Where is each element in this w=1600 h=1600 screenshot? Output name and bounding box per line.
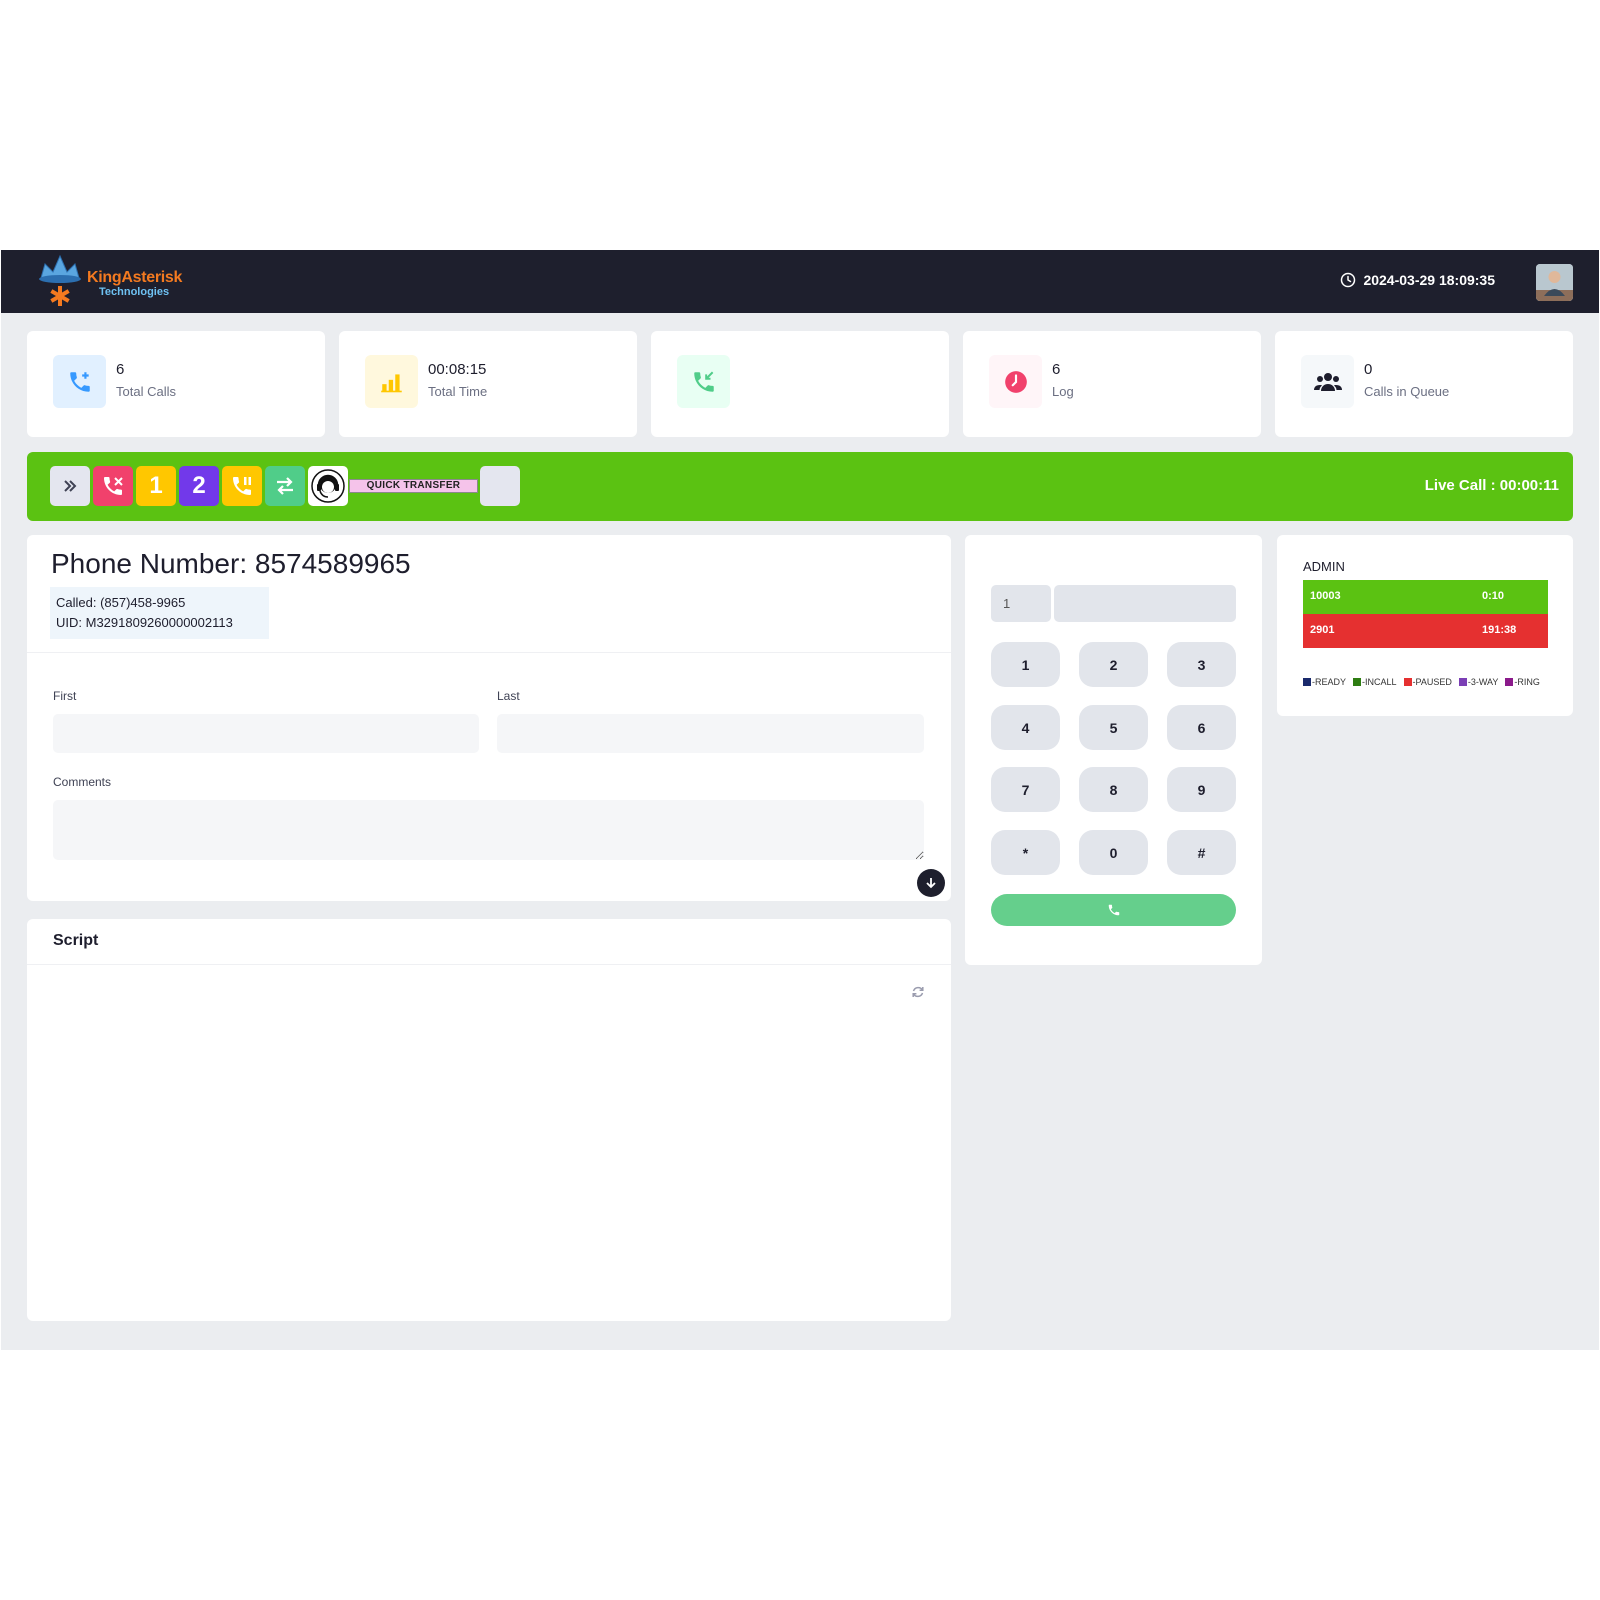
phone-icon	[1108, 904, 1119, 916]
top-navbar: KingAsterisk Technologies 2024-03-29 18:…	[1, 250, 1599, 313]
stat-card-total-time: 00:08:15 Total Time	[339, 331, 637, 437]
stat-card-incoming	[651, 331, 949, 437]
double-chevron-right-icon	[64, 480, 77, 492]
comments-label: Comments	[53, 775, 112, 789]
status-legend: -READY -INCALL -PAUSED -3-WAY -RING	[1303, 677, 1540, 687]
legend-3way: -3-WAY	[1458, 677, 1498, 687]
company-logo[interactable]: KingAsterisk Technologies	[35, 252, 195, 310]
agent-button[interactable]	[308, 466, 348, 506]
transfer-button[interactable]	[265, 466, 305, 506]
admin-title: ADMIN	[1303, 559, 1345, 574]
crown-logo-icon	[39, 254, 81, 306]
stat-label: Log	[1052, 384, 1074, 399]
line-2-label: 2	[192, 472, 206, 499]
dialpad-panel: 1 1 2 3 4 5 6 7 8 9 * 0 #	[965, 535, 1262, 965]
datetime-text: 2024-03-29 18:09:35	[1363, 272, 1495, 288]
dial-key-star[interactable]: *	[991, 830, 1060, 875]
agent-row[interactable]: 2901 191:38	[1303, 614, 1548, 648]
stat-value: 00:08:15	[428, 361, 487, 378]
expand-button[interactable]	[50, 466, 90, 506]
incoming-call-icon	[677, 355, 730, 408]
dial-key-3[interactable]: 3	[1167, 642, 1236, 687]
quick-transfer-select[interactable]	[480, 466, 520, 506]
logo-title: KingAsterisk	[87, 269, 183, 286]
agent-time: 191:38	[1482, 624, 1517, 636]
script-title: Script	[53, 932, 99, 949]
dial-key-0[interactable]: 0	[1079, 830, 1148, 875]
refresh-icon	[912, 986, 924, 998]
call-info-box: Called: (857)458-9965 UID: M329180926000…	[50, 587, 269, 639]
agent-extension: 2901	[1310, 624, 1335, 636]
quick-transfer-button[interactable]: QUICK TRANSFER	[349, 479, 478, 493]
bar-chart-icon	[365, 355, 418, 408]
legend-ready: -READY	[1303, 677, 1346, 687]
agent-extension: 10003	[1310, 590, 1341, 602]
stat-label: Total Time	[428, 384, 488, 399]
dial-key-4[interactable]: 4	[991, 705, 1060, 750]
phone-number-title: Phone Number: 8574589965	[51, 548, 411, 579]
dial-call-button[interactable]	[991, 894, 1236, 926]
dial-prefix-input[interactable]: 1	[991, 585, 1051, 622]
dial-key-hash[interactable]: #	[1167, 830, 1236, 875]
first-name-input[interactable]	[53, 714, 479, 753]
stat-value: 6	[1052, 361, 1061, 378]
stat-value: 6	[116, 361, 125, 378]
hangup-icon	[104, 477, 123, 495]
divider	[27, 964, 951, 965]
clock-icon	[989, 355, 1042, 408]
scroll-down-button[interactable]	[917, 869, 945, 897]
stat-label: Calls in Queue	[1364, 384, 1450, 399]
called-number: Called: (857)458-9965	[56, 595, 186, 610]
agent-headset-icon	[311, 469, 345, 503]
dial-key-2[interactable]: 2	[1079, 642, 1148, 687]
dial-key-7[interactable]: 7	[991, 767, 1060, 812]
script-panel: Script	[27, 919, 951, 1321]
dial-key-8[interactable]: 8	[1079, 767, 1148, 812]
last-name-label: Last	[497, 689, 520, 703]
agent-time: 0:10	[1482, 590, 1505, 602]
legend-paused: -PAUSED	[1403, 677, 1452, 687]
last-name-input[interactable]	[497, 714, 924, 753]
clock-icon	[1341, 272, 1356, 288]
first-name-label: First	[53, 689, 77, 703]
agent-row[interactable]: 10003 0:10	[1303, 580, 1548, 614]
refresh-button[interactable]	[911, 985, 925, 1004]
dial-key-9[interactable]: 9	[1167, 767, 1236, 812]
call-uid: UID: M3291809260000002113	[56, 615, 233, 630]
divider	[27, 652, 951, 653]
avatar-icon	[1536, 264, 1573, 301]
admin-agents-panel: ADMIN 10003 0:10 2901 191:38 -READY -INC…	[1277, 535, 1573, 716]
live-call-timer: Live Call : 00:00:11	[1424, 477, 1559, 494]
dial-key-6[interactable]: 6	[1167, 705, 1236, 750]
phone-pause-icon	[233, 477, 251, 495]
hangup-button[interactable]	[93, 466, 133, 506]
agent-app: KingAsterisk Technologies 2024-03-29 18:…	[1, 250, 1599, 1350]
datetime-display: 2024-03-29 18:09:35	[1340, 272, 1495, 288]
dial-key-5[interactable]: 5	[1079, 705, 1148, 750]
users-icon	[1301, 355, 1354, 408]
phone-plus-icon	[53, 355, 106, 408]
transfer-arrows-icon	[277, 477, 293, 495]
logo-subtitle: Technologies	[99, 286, 170, 298]
line-2-button[interactable]: 2	[179, 466, 219, 506]
legend-ring: -RING	[1505, 677, 1540, 687]
lead-info-panel: Phone Number: 8574589965 Called: (857)45…	[27, 535, 951, 901]
stat-label: Total Calls	[116, 384, 176, 399]
hold-button[interactable]	[222, 466, 262, 506]
stat-card-log: 6 Log	[963, 331, 1261, 437]
stat-value: 0	[1364, 361, 1373, 378]
comments-textarea[interactable]	[53, 800, 924, 860]
call-action-bar: 1 2 QUICK TRANSFER Live Call : 00:00:11	[27, 452, 1573, 521]
dial-key-1[interactable]: 1	[991, 642, 1060, 687]
dial-number-input[interactable]	[1054, 585, 1236, 622]
line-1-button[interactable]: 1	[136, 466, 176, 506]
stat-card-queue: 0 Calls in Queue	[1275, 331, 1573, 437]
arrow-down-icon	[926, 878, 936, 889]
line-1-label: 1	[149, 472, 163, 499]
stat-card-total-calls: 6 Total Calls	[27, 331, 325, 437]
legend-incall: -INCALL	[1353, 677, 1397, 687]
user-avatar[interactable]	[1536, 264, 1573, 301]
